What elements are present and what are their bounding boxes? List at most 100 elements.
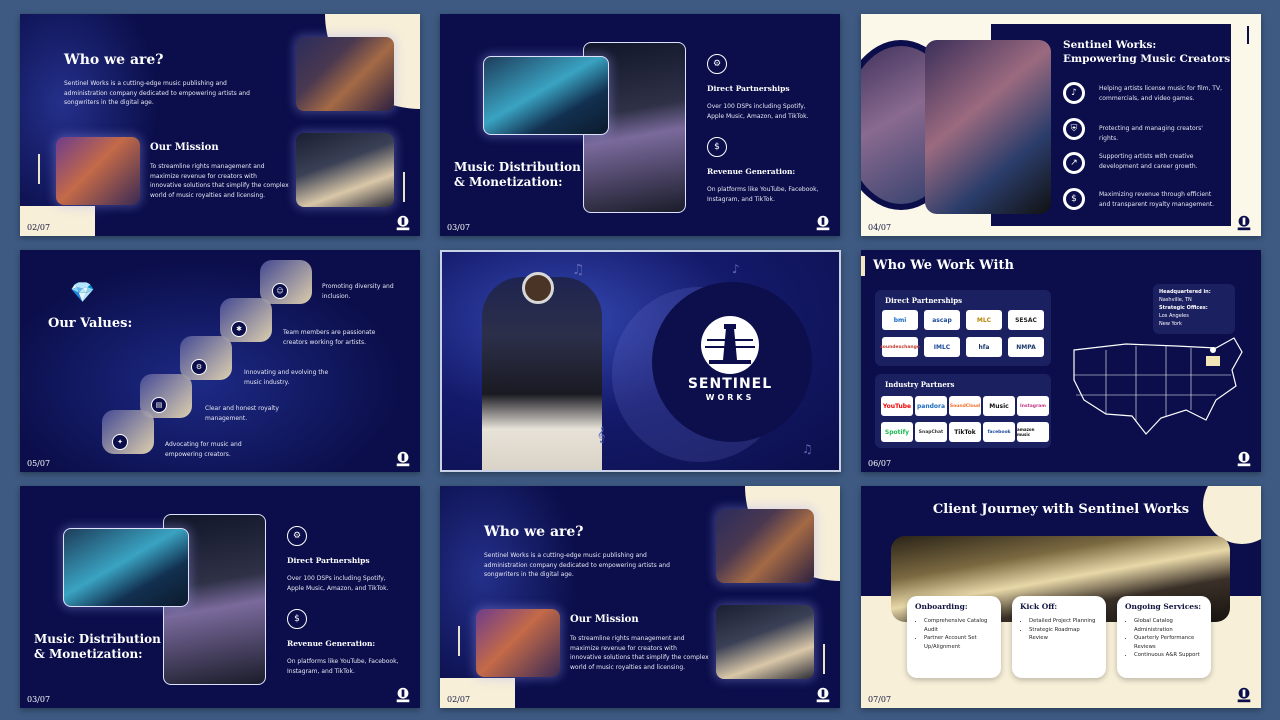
locations-box: Headquartered in: Nashville, TN Strategi… [1153,284,1235,334]
step-shape-5 [102,410,154,454]
advocacy-icon: ✦ [112,434,128,450]
mission-title: Our Mission [570,614,639,625]
slide-title: Who we are? [484,524,584,540]
slide-title-line2: & Monetization: [454,175,563,189]
step-shape-1 [260,260,312,304]
studio-photo [296,37,394,111]
studio-photo [716,509,814,583]
partner-logo-instagram: Instagram [1017,396,1049,416]
item1-text: Over 100 DSPs including Spotify, Apple M… [287,575,389,592]
mixing-console-photo [63,528,189,607]
partner-logo-tiktok: TikTok [949,422,981,442]
partner-logo-ascap: ascap [924,310,960,330]
page-number: 07/07 [868,695,892,704]
journey-card-onboarding: Onboarding: Comprehensive Catalog Audit … [907,596,1001,678]
step-shape-3 [180,336,232,380]
royalty-icon: ▤ [151,397,167,413]
sentinel-logo-icon [396,215,410,231]
offices-label: Strategic Offices: [1159,305,1208,311]
partnership-icon: ⚙ [707,54,727,74]
slide-title: Client Journey with Sentinel Works [932,502,1190,517]
growth-icon: ↗ [1063,152,1085,174]
divider-line [823,644,825,674]
item2-text: On platforms like YouTube, Facebook, Ins… [287,658,399,675]
shield-icon: ⛨ [1063,118,1085,140]
sentinel-logo-icon [1237,215,1251,231]
diversity-icon: ☺ [272,283,288,299]
slide-title: Who we are? [64,52,164,68]
page-number: 06/07 [868,459,892,468]
card-item: Strategic Roadmap Review [1029,626,1098,643]
innovation-icon: ⚙ [191,359,207,375]
partner-logo-mlc: MLC [966,310,1002,330]
journey-card-ongoing: Ongoing Services: Global Catalog Adminis… [1117,596,1211,678]
journey-card-kickoff: Kick Off: Detailed Project Planning Stra… [1012,596,1106,678]
card-item: Detailed Project Planning [1029,617,1098,626]
lighthouse-logo-icon [701,316,759,374]
office-2: New York [1159,321,1182,327]
item2-text: On platforms like YouTube, Facebook, Ins… [707,186,819,203]
partner-logo-snapchat: SnapChat [915,422,947,442]
hq-label: Headquartered in: [1159,289,1211,295]
sentinel-logo-icon [1237,687,1251,703]
office-1: Los Angeles [1159,313,1189,319]
brand-name: SENTINEL [687,376,773,392]
slide-thumbnail-01-selected[interactable]: SENTINEL WORKS ♫ ♪ 𝄞 ♫ [440,250,841,472]
value-text-3: Supporting artists with creative develop… [1099,153,1198,170]
page-number: 05/07 [27,459,51,468]
sentinel-logo-icon [396,451,410,467]
slide-title: Who We Work With [873,258,1014,273]
page-number: 03/07 [27,695,51,704]
page-number: 03/07 [447,223,471,232]
slide-thumbnail-07[interactable]: Client Journey with Sentinel Works Onboa… [861,486,1261,708]
card-title: Onboarding: [915,602,968,611]
sentinel-logo-icon [816,687,830,703]
producer-photo [716,605,814,679]
revenue-icon: $ [1063,188,1085,210]
guitarist-photo [476,609,560,677]
slide-title-line2: Empowering Music Creators [1063,53,1231,65]
value-1: Promoting diversity and inclusion. [322,283,394,300]
page-number: 04/07 [868,223,892,232]
slide-thumbnail-02[interactable]: Who we are? Sentinel Works is a cutting-… [20,14,420,236]
card-item: Partner Account Set Up/Alignment [924,634,993,651]
slide-thumbnail-03-duplicate[interactable]: Music Distribution & Monetization: ⚙ Dir… [20,486,420,708]
partner-logo-hfa: hfa [966,337,1002,357]
item2-title: Revenue Generation: [707,167,796,176]
partner-logo-soundcloud: SoundCloud [949,396,981,416]
card-item: Comprehensive Catalog Audit [924,617,993,634]
slide-title-line1: Music Distribution [454,160,581,174]
headphones-icon [522,272,554,304]
card-title: Ongoing Services: [1125,602,1202,611]
guitarist-studio-photo [925,40,1051,214]
slide-thumbnail-06[interactable]: Who We Work With Direct Partnerships bmi… [861,250,1261,472]
slide-thumbnail-02-duplicate[interactable]: Who we are? Sentinel Works is a cutting-… [440,486,840,708]
sentinel-logo-icon [816,215,830,231]
card-title: Kick Off: [1020,602,1058,611]
guitarist-photo [56,137,140,205]
value-5: Advocating for music and empowering crea… [165,441,242,458]
item1-title: Direct Partnerships [707,84,790,93]
card-item: Global Catalog Administration [1134,617,1203,634]
hq-value: Nashville, TN [1159,297,1192,303]
card-item: Continuous A&R Support [1134,651,1203,660]
slide-thumbnail-04[interactable]: Sentinel Works: Empowering Music Creator… [861,14,1261,236]
industry-partners-title: Industry Partners [885,380,955,389]
slide-title-line1: Sentinel Works: [1063,39,1157,51]
slide-thumbnail-05[interactable]: 💎 Our Values: ☺ ✱ ⚙ ▤ ✦ Promoting divers… [20,250,420,472]
value-text-1: Helping artists license music for film, … [1099,85,1222,102]
direct-partners-title: Direct Partnerships [885,296,963,305]
intro-text: Sentinel Works is a cutting-edge music p… [484,552,670,578]
slide-title-line2: & Monetization: [34,647,143,661]
music-note-icon: ♪ [732,262,740,276]
mixing-console-photo [483,56,609,135]
divider-line [38,154,40,184]
partner-logo-bmi: bmi [882,310,918,330]
music-note-icon: ♫ [572,262,585,278]
slide-thumbnail-03[interactable]: Music Distribution & Monetization: ⚙ Dir… [440,14,840,236]
divider-line [403,172,405,202]
accent-bar [861,256,865,276]
mission-text: To streamline rights management and maxi… [150,163,289,199]
item1-title: Direct Partnerships [287,556,370,565]
presenter-photo [482,277,602,470]
